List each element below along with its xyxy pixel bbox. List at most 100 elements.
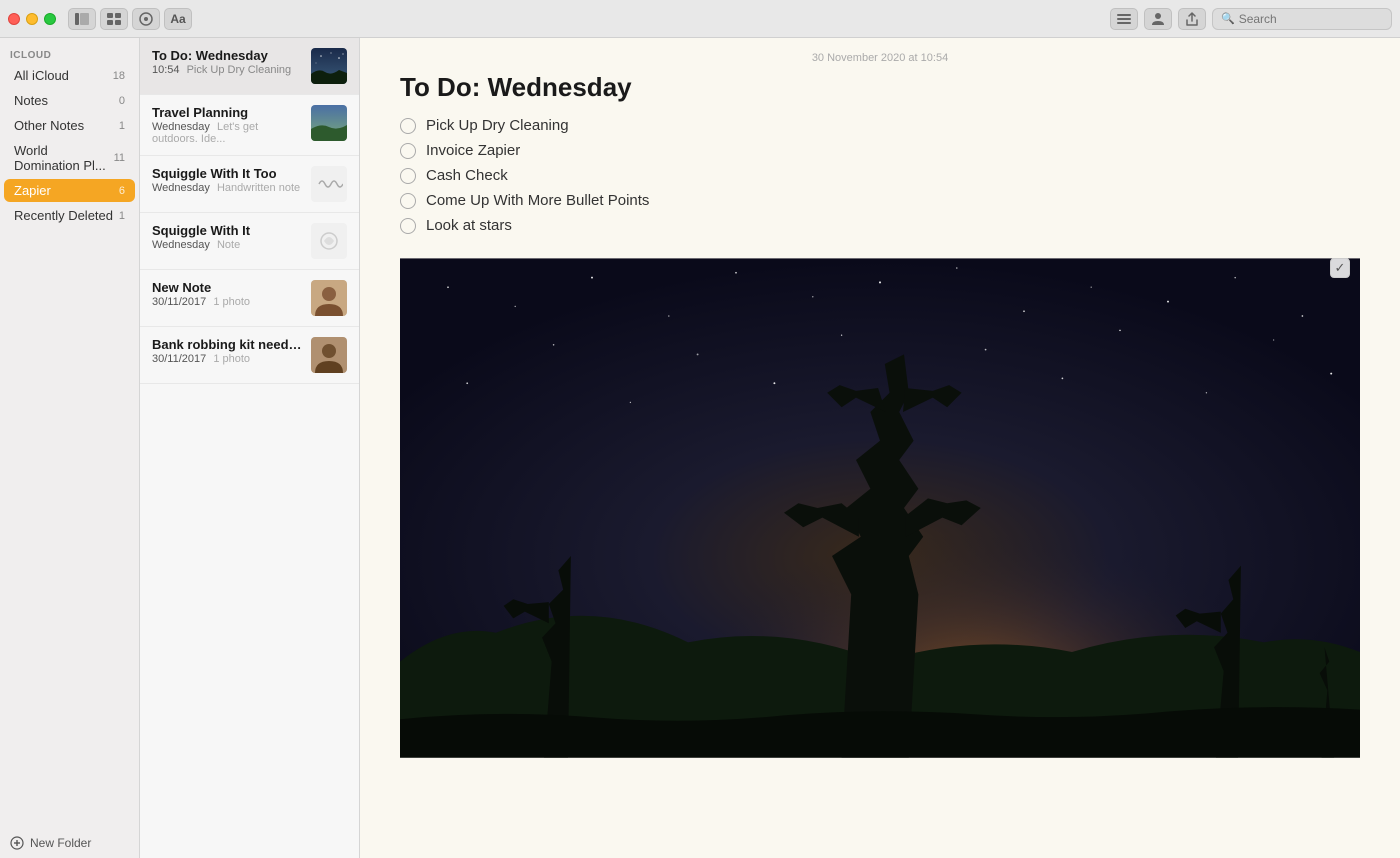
note-item-date: 30/11/2017 <box>152 296 206 308</box>
note-item-title: Squiggle With It Too <box>152 166 303 181</box>
close-button[interactable] <box>8 13 20 25</box>
note-item-preview: Handwritten note <box>217 182 300 194</box>
note-item-travel[interactable]: Travel Planning Wednesday Let's get outd… <box>140 95 359 156</box>
checklist-text-2: Cash Check <box>426 167 508 184</box>
note-item-meta: Wednesday Note <box>152 239 303 251</box>
share-button[interactable] <box>1178 8 1206 30</box>
note-item-text: Squiggle With It Too Wednesday Handwritt… <box>152 166 303 194</box>
checklist-text-3: Come Up With More Bullet Points <box>426 192 649 209</box>
detail-timestamp: 30 November 2020 at 10:54 <box>360 38 1400 72</box>
note-item-preview: Note <box>217 239 240 251</box>
checkbox-4[interactable] <box>400 218 416 234</box>
maximize-button[interactable] <box>44 13 56 25</box>
note-item-new-note[interactable]: New Note 30/11/2017 1 photo <box>140 270 359 327</box>
sidebar-item-label: Notes <box>14 93 115 108</box>
note-item-title: Squiggle With It <box>152 223 303 238</box>
note-item-title: Bank robbing kit needed: <box>152 337 303 352</box>
checklist-text-4: Look at stars <box>426 217 512 234</box>
note-item-text: Travel Planning Wednesday Let's get outd… <box>152 105 303 145</box>
sidebar-item-count: 18 <box>113 70 125 82</box>
titlebar-right: 🔍 <box>1110 8 1392 30</box>
checkbox-3[interactable] <box>400 193 416 209</box>
new-folder-label: New Folder <box>30 836 91 850</box>
sidebar: iCloud All iCloud 18 Notes 0 Other Notes… <box>0 38 140 858</box>
font-toggle-button[interactable]: Aa <box>164 8 192 30</box>
note-item-preview: 1 photo <box>213 296 250 308</box>
sidebar-item-count: 0 <box>119 95 125 107</box>
main-container: iCloud All iCloud 18 Notes 0 Other Notes… <box>0 38 1400 858</box>
checkbox-1[interactable] <box>400 143 416 159</box>
minimize-button[interactable] <box>26 13 38 25</box>
note-item-date: Wednesday <box>152 239 210 251</box>
sidebar-item-count: 11 <box>114 152 125 164</box>
note-item-meta: Wednesday Let's get outdoors. Ide... <box>152 121 303 145</box>
note-thumbnail <box>311 166 347 202</box>
sidebar-toggle-button[interactable] <box>68 8 96 30</box>
sidebar-item-count: 6 <box>119 185 125 197</box>
note-item-meta: 10:54 Pick Up Dry Cleaning <box>152 64 303 76</box>
checkbox-0[interactable] <box>400 118 416 134</box>
toolbar-controls: Aa <box>68 8 192 30</box>
note-item-todo-wed[interactable]: To Do: Wednesday 10:54 Pick Up Dry Clean… <box>140 38 359 95</box>
checklist-item-4: Look at stars <box>400 217 1360 234</box>
new-folder-icon <box>10 836 24 850</box>
note-item-date: Wednesday <box>152 121 210 133</box>
sidebar-item-label: World Domination Pl... <box>14 143 110 173</box>
search-icon: 🔍 <box>1221 12 1235 25</box>
checklist-item-0: Pick Up Dry Cleaning <box>400 117 1360 134</box>
note-item-text: To Do: Wednesday 10:54 Pick Up Dry Clean… <box>152 48 303 76</box>
sidebar-item-count: 1 <box>119 120 125 132</box>
note-item-meta: 30/11/2017 1 photo <box>152 296 303 308</box>
detail-image-container: ✓ <box>400 248 1360 768</box>
note-thumbnail <box>311 280 347 316</box>
sidebar-item-label: Recently Deleted <box>14 208 115 223</box>
attach-toggle-button[interactable] <box>132 8 160 30</box>
detail-image <box>400 248 1360 768</box>
sidebar-item-label: All iCloud <box>14 68 109 83</box>
view-options-button[interactable] <box>1110 8 1138 30</box>
sidebar-item-all-icloud[interactable]: All iCloud 18 <box>4 64 135 87</box>
note-item-preview: 1 photo <box>213 353 250 365</box>
sidebar-item-recently-deleted[interactable]: Recently Deleted 1 <box>4 204 135 227</box>
note-list: To Do: Wednesday 10:54 Pick Up Dry Clean… <box>140 38 360 858</box>
detail-title: To Do: Wednesday <box>400 72 1360 103</box>
sidebar-item-world-domination[interactable]: World Domination Pl... 11 <box>4 139 135 177</box>
note-item-title: New Note <box>152 280 303 295</box>
note-thumbnail <box>311 223 347 259</box>
note-thumbnail <box>311 48 347 84</box>
account-button[interactable] <box>1144 8 1172 30</box>
sidebar-item-notes[interactable]: Notes 0 <box>4 89 135 112</box>
note-item-bank-robbing[interactable]: Bank robbing kit needed: 30/11/2017 1 ph… <box>140 327 359 384</box>
checklist-text-1: Invoice Zapier <box>426 142 520 159</box>
note-item-meta: 30/11/2017 1 photo <box>152 353 303 365</box>
sidebar-item-count: 1 <box>119 210 125 222</box>
note-item-preview: Pick Up Dry Cleaning <box>187 64 292 76</box>
checklist-item-3: Come Up With More Bullet Points <box>400 192 1360 209</box>
gallery-toggle-button[interactable] <box>100 8 128 30</box>
search-box[interactable]: 🔍 <box>1212 8 1392 30</box>
note-item-text: New Note 30/11/2017 1 photo <box>152 280 303 308</box>
image-checkbox[interactable]: ✓ <box>1330 258 1350 278</box>
note-item-date: 30/11/2017 <box>152 353 206 365</box>
sidebar-item-other-notes[interactable]: Other Notes 1 <box>4 114 135 137</box>
traffic-lights <box>8 13 56 25</box>
note-item-squiggle[interactable]: Squiggle With It Wednesday Note <box>140 213 359 270</box>
note-item-date: 10:54 <box>152 64 180 76</box>
sidebar-item-zapier[interactable]: Zapier 6 <box>4 179 135 202</box>
checklist-item-2: Cash Check <box>400 167 1360 184</box>
search-input[interactable] <box>1239 12 1383 26</box>
note-item-text: Bank robbing kit needed: 30/11/2017 1 ph… <box>152 337 303 365</box>
note-item-title: Travel Planning <box>152 105 303 120</box>
note-item-squiggle-too[interactable]: Squiggle With It Too Wednesday Handwritt… <box>140 156 359 213</box>
detail-content: To Do: Wednesday Pick Up Dry Cleaning In… <box>360 72 1400 858</box>
sidebar-section-label: iCloud <box>0 46 139 63</box>
detail-pane: 30 November 2020 at 10:54 To Do: Wednesd… <box>360 38 1400 858</box>
sidebar-item-label: Other Notes <box>14 118 115 133</box>
note-thumbnail <box>311 337 347 373</box>
sidebar-item-label: Zapier <box>14 183 115 198</box>
note-thumbnail <box>311 105 347 141</box>
new-folder-button[interactable]: New Folder <box>0 828 139 858</box>
checklist-item-1: Invoice Zapier <box>400 142 1360 159</box>
checkbox-2[interactable] <box>400 168 416 184</box>
note-item-text: Squiggle With It Wednesday Note <box>152 223 303 251</box>
